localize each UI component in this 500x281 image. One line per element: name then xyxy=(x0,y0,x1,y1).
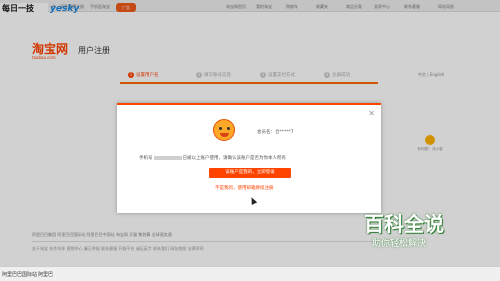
bottom-bar: 阿里巴巴国际站 阿里巴 xyxy=(0,266,500,281)
avatar xyxy=(213,119,235,141)
notice-prefix: 手机号 xyxy=(139,156,153,161)
notice-suffix: 已被以上账户使用，请确认该账户是否为你本人所有 xyxy=(182,156,287,161)
phone-notice: 手机号 已被以上账户使用，请确认该账户是否为你本人所有 xyxy=(139,155,286,161)
redacted-phone xyxy=(153,155,182,160)
register-with-email-link[interactable]: 不是我的，使用邮箱继续注册 xyxy=(215,185,274,191)
close-icon[interactable]: ✕ xyxy=(368,109,375,118)
bottom-bar-item[interactable]: 阿里巴 xyxy=(38,271,53,278)
member-label: 会员名： xyxy=(257,130,275,135)
screen: 亲，请登录 免费注册 手机逛淘宝 淘宝网首页 我的淘宝 购物车 收藏夹 商品分类… xyxy=(0,0,500,281)
bottom-bar-item[interactable]: 阿里巴巴国际站 xyxy=(2,271,37,278)
member-value: 仓*****7 xyxy=(275,130,294,135)
watermark-title: 百科全说 xyxy=(364,212,444,236)
account-exists-dialog: ✕ 会员名：仓*****7 手机号 已被以上账户使用，请确认该账户是否为你本人所有… xyxy=(117,103,381,213)
member-name: 会员名：仓*****7 xyxy=(257,129,294,135)
watermark-subtitle: 助你轻松解决 xyxy=(372,239,427,249)
login-now-button[interactable]: 该账户是我的，立即登录 xyxy=(209,168,291,178)
